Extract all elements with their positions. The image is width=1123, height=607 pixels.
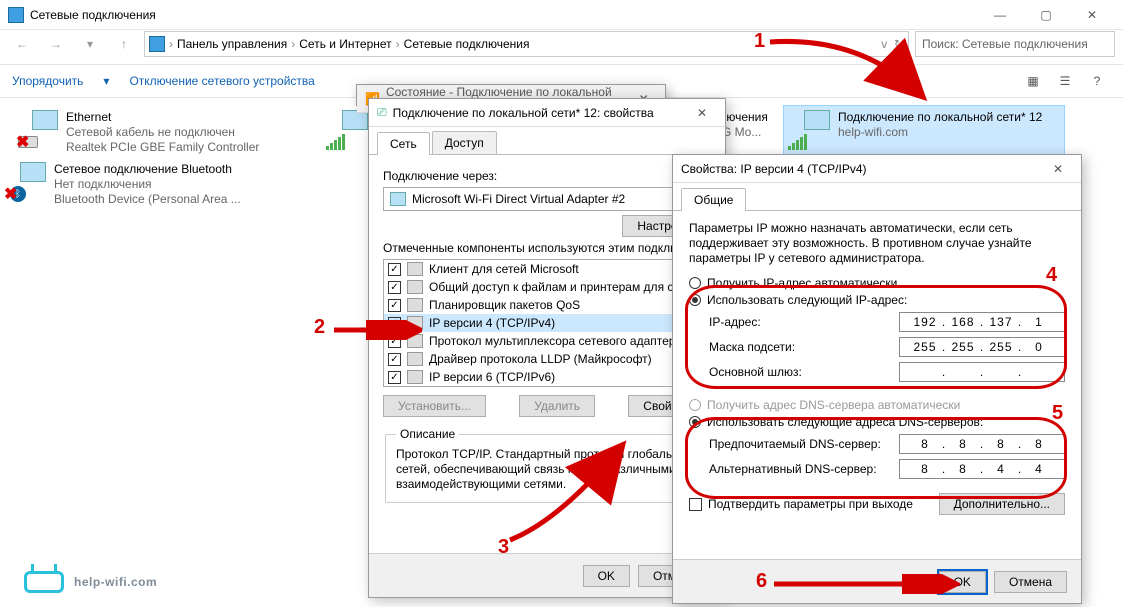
description-group: Описание Протокол TCP/IP. Стандартный пр… — [385, 427, 709, 503]
subnet-mask-input[interactable]: 255.255.255.0 — [899, 337, 1065, 357]
adapter-field: Microsoft Wi-Fi Direct Virtual Adapter #… — [383, 187, 711, 211]
search-input[interactable]: Поиск: Сетевые подключения — [915, 31, 1115, 57]
close-button[interactable]: ✕ — [1069, 1, 1115, 29]
description-text: Протокол TCP/IP. Стандартный протокол гл… — [396, 447, 698, 492]
view-details-button[interactable]: ☰ — [1051, 69, 1079, 93]
breadcrumb-segment[interactable]: Панель управления — [177, 37, 287, 51]
radio-auto-ip[interactable]: Получить IP-адрес автоматически — [689, 276, 1065, 290]
component-row[interactable]: ✓Клиент для сетей Microsoft — [384, 260, 710, 278]
mask-label: Маска подсети: — [709, 340, 899, 354]
adapter-properties-title: Подключение по локальной сети* 12: свойс… — [393, 106, 654, 120]
back-button[interactable]: ← — [8, 31, 36, 57]
maximize-button[interactable]: ▢ — [1023, 1, 1069, 29]
window-title: Сетевые подключения — [30, 8, 156, 22]
close-icon[interactable]: ✕ — [1043, 162, 1073, 176]
window-titlebar: Сетевые подключения — ▢ ✕ — [0, 0, 1123, 30]
ipv4-properties-dialog: Свойства: IP версии 4 (TCP/IPv4) ✕ Общие… — [672, 154, 1082, 604]
close-icon[interactable]: ✕ — [687, 106, 717, 120]
component-row[interactable]: ✓Драйвер протокола LLDP (Майкрософт) — [384, 350, 710, 368]
ip-label: IP-адрес: — [709, 315, 899, 329]
adapter-icon: ⎚ — [377, 105, 387, 120]
ok-button[interactable]: OK — [583, 565, 630, 587]
location-icon — [149, 36, 165, 52]
connect-using-label: Подключение через: — [383, 169, 711, 183]
address-bar[interactable]: › Панель управления › Сеть и Интернет › … — [144, 31, 909, 57]
radio-manual-ip[interactable]: Использовать следующий IP-адрес: — [689, 293, 1065, 307]
tab-sharing[interactable]: Доступ — [432, 131, 497, 154]
search-placeholder: Поиск: Сетевые подключения — [922, 37, 1088, 51]
gateway-label: Основной шлюз: — [709, 365, 899, 379]
ip-address-input[interactable]: 192.168.137.1 — [899, 312, 1065, 332]
help-button[interactable]: ? — [1083, 69, 1111, 93]
preferred-dns-input[interactable]: 8.8.8.8 — [899, 434, 1065, 454]
forward-button[interactable]: → — [42, 31, 70, 57]
alternate-dns-input[interactable]: 8.8.4.4 — [899, 459, 1065, 479]
bluetooth-icon: ᛒ✖ — [4, 162, 46, 204]
ipv4-intro: Параметры IP можно назначать автоматичес… — [689, 221, 1065, 266]
dns2-label: Альтернативный DNS-сервер: — [709, 462, 899, 476]
component-row[interactable]: ✓Протокол мультиплексора сетевого адапте… — [384, 332, 710, 350]
radio-auto-dns: Получить адрес DNS-сервера автоматически — [689, 398, 1065, 412]
view-icons-button[interactable]: ▦ — [1019, 69, 1047, 93]
watermark-logo: help-wifi.com — [24, 571, 157, 593]
component-row-ipv4[interactable]: ✓IP версии 4 (TCP/IPv4) — [384, 314, 710, 332]
ok-button[interactable]: OK — [939, 571, 986, 593]
dns1-label: Предпочитаемый DNS-сервер: — [709, 437, 899, 451]
breadcrumb-segment[interactable]: Сеть и Интернет — [299, 37, 391, 51]
component-row[interactable]: ✓Общий доступ к файлам и принтерам для с… — [384, 278, 710, 296]
address-row: ← → ▾ ↑ › Панель управления › Сеть и Инт… — [0, 30, 1123, 64]
confirm-on-exit-checkbox[interactable] — [689, 498, 702, 511]
wifi-icon — [326, 110, 368, 152]
breadcrumb-segment[interactable]: Сетевые подключения — [404, 37, 530, 51]
ethernet-icon: ✖ — [16, 110, 58, 152]
component-row[interactable]: ✓Планировщик пакетов QoS — [384, 296, 710, 314]
advanced-button[interactable]: Дополнительно... — [939, 493, 1065, 515]
radio-manual-dns[interactable]: Использовать следующие адреса DNS-сервер… — [689, 415, 1065, 429]
ipv4-title: Свойства: IP версии 4 (TCP/IPv4) — [681, 162, 867, 176]
components-label: Отмеченные компоненты используются этим … — [383, 241, 711, 255]
organize-menu[interactable]: Упорядочить — [12, 74, 83, 88]
cancel-button[interactable]: Отмена — [994, 571, 1067, 593]
network-folder-icon — [8, 7, 24, 23]
router-icon — [24, 571, 64, 593]
disable-device-button[interactable]: Отключение сетевого устройства — [129, 74, 314, 88]
wifi-icon — [788, 110, 830, 152]
uninstall-button[interactable]: Удалить — [519, 395, 595, 417]
components-list[interactable]: ✓Клиент для сетей Microsoft ✓Общий досту… — [383, 259, 711, 387]
tab-general[interactable]: Общие — [681, 188, 746, 211]
tab-network[interactable]: Сеть — [377, 132, 430, 155]
recent-button[interactable]: ▾ — [76, 31, 104, 57]
gateway-input[interactable]: ... — [899, 362, 1065, 382]
up-button[interactable]: ↑ — [110, 31, 138, 57]
install-button[interactable]: Установить... — [383, 395, 486, 417]
connection-item-local-12[interactable]: Подключение по локальной сети* 12 help-w… — [784, 106, 1064, 156]
adapter-field-icon — [390, 192, 406, 206]
connection-item-bluetooth[interactable]: ᛒ✖ Сетевое подключение Bluetooth Нет под… — [0, 158, 270, 211]
minimize-button[interactable]: — — [977, 1, 1023, 29]
component-row[interactable]: ✓IP версии 6 (TCP/IPv6) — [384, 368, 710, 386]
connection-item-ethernet[interactable]: ✖ Ethernet Сетевой кабель не подключен R… — [12, 106, 282, 159]
annotation-number-2: 2 — [314, 316, 325, 339]
